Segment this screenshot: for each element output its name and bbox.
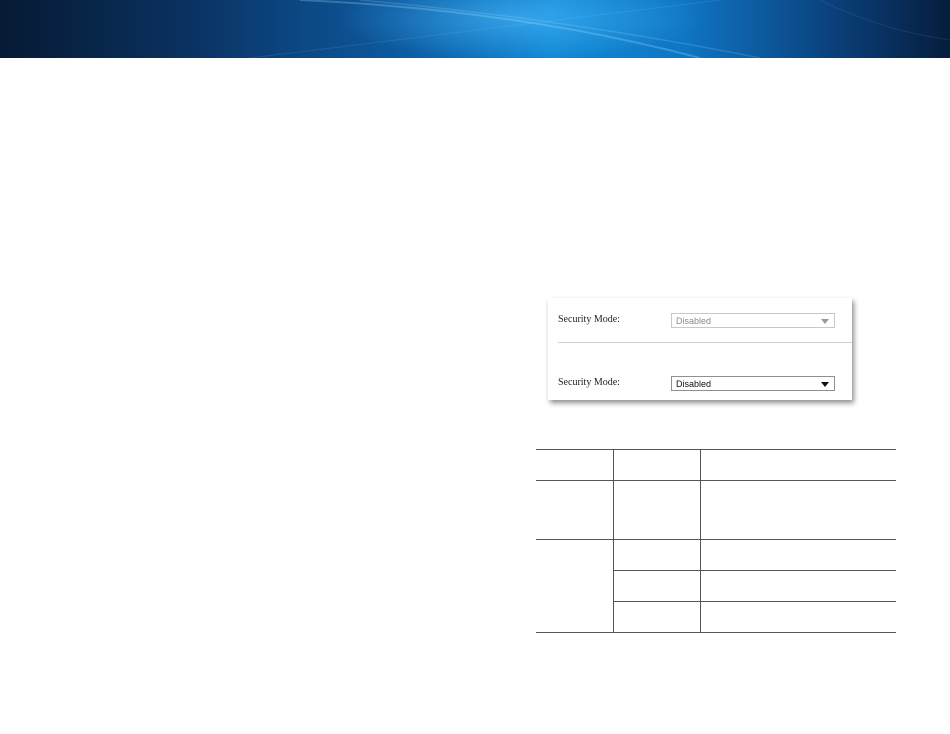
security-mode-label: Security Mode: xyxy=(558,314,620,325)
chevron-down-icon xyxy=(821,382,829,387)
table-cell xyxy=(613,539,701,571)
security-mode-selected-value: Disabled xyxy=(676,379,712,389)
chevron-down-icon xyxy=(821,319,829,324)
security-mode-selected-value: Disabled xyxy=(676,316,712,326)
table-row xyxy=(536,480,896,540)
table-cell xyxy=(613,601,701,633)
table-cell xyxy=(700,539,896,571)
table-cell xyxy=(700,570,896,602)
table-row xyxy=(536,539,896,633)
table-cell xyxy=(613,570,701,602)
table-header-cell xyxy=(536,449,614,481)
table-header-cell xyxy=(613,449,701,481)
table-cell xyxy=(536,480,614,540)
banner-light-streaks xyxy=(249,0,950,58)
table-cell xyxy=(536,539,614,633)
table-cell xyxy=(700,601,896,633)
security-mode-label: Security Mode: xyxy=(558,377,620,388)
table-header-cell xyxy=(700,449,896,481)
security-mode-select-active[interactable]: Disabled xyxy=(671,376,835,391)
table-cell xyxy=(700,480,896,540)
security-mode-screenshot: Security Mode: Disabled Security Mode: D… xyxy=(548,298,852,400)
security-options-table xyxy=(536,449,896,633)
table-cell xyxy=(613,480,701,540)
document-page: Security Mode: Disabled Security Mode: D… xyxy=(0,0,950,734)
screenshot-divider xyxy=(558,342,852,343)
security-mode-row-inactive: Security Mode: Disabled xyxy=(558,313,848,329)
security-mode-select-inactive[interactable]: Disabled xyxy=(671,313,835,328)
table-header-row xyxy=(536,449,896,481)
security-mode-row-active: Security Mode: Disabled xyxy=(558,376,848,392)
header-banner xyxy=(0,0,950,58)
